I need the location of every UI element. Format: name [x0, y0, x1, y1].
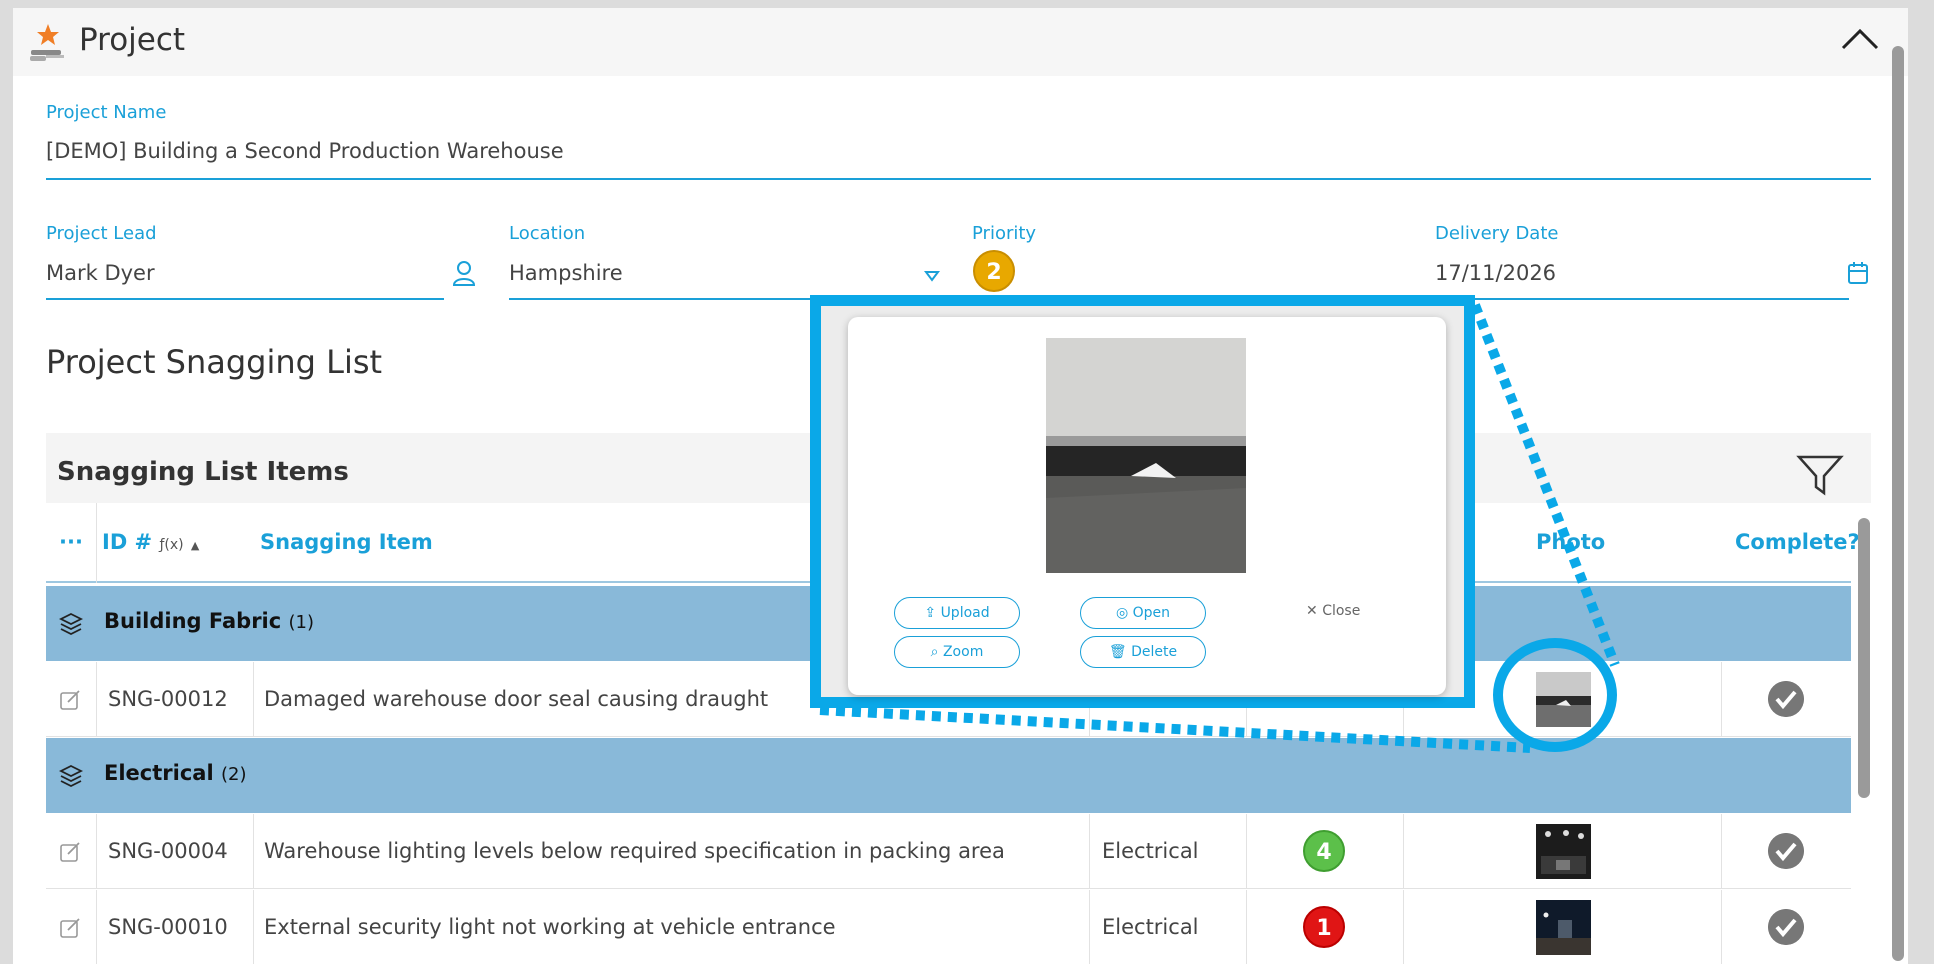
- camera-icon: ◎: [1115, 605, 1129, 621]
- row-id: SNG-00004: [108, 839, 228, 863]
- close-label: Close: [1322, 603, 1361, 619]
- row-item: Warehouse lighting levels below required…: [264, 839, 1005, 863]
- zoom-label: Zoom: [942, 644, 984, 660]
- priority-badge: 4: [1303, 830, 1345, 872]
- edit-icon[interactable]: [59, 917, 81, 939]
- star-hand-icon: [30, 24, 64, 61]
- trash-icon: 🗑: [1108, 644, 1127, 660]
- open-label: Open: [1132, 605, 1171, 621]
- filter-icon[interactable]: [1796, 453, 1844, 497]
- table-row[interactable]: SNG-00010 External security light not wo…: [46, 890, 1851, 964]
- edit-cell: [46, 890, 97, 964]
- photo-thumbnail[interactable]: [1536, 900, 1591, 955]
- id-cell: SNG-00004: [97, 814, 254, 889]
- priority-cell: 4: [1247, 814, 1404, 889]
- group-count: (2): [220, 764, 247, 785]
- edit-cell: [46, 662, 97, 737]
- formula-icon: ƒ(x): [159, 537, 184, 553]
- edit-cell: [46, 814, 97, 889]
- person-icon[interactable]: [452, 260, 476, 286]
- row-category: Electrical: [1102, 915, 1199, 939]
- complete-cell: [1722, 662, 1851, 737]
- priority-badge[interactable]: 2: [973, 250, 1015, 292]
- project-lead-underline: [46, 298, 444, 300]
- priority-cell: 1: [1247, 890, 1404, 964]
- category-cell: Electrical: [1090, 814, 1247, 889]
- row-id: SNG-00012: [108, 687, 228, 711]
- check-icon[interactable]: [1768, 909, 1804, 945]
- edit-icon[interactable]: [59, 841, 81, 863]
- row-id: SNG-00010: [108, 915, 228, 939]
- id-cell: SNG-00012: [97, 662, 254, 737]
- priority-label: Priority: [972, 223, 1037, 244]
- delete-label: Delete: [1131, 644, 1178, 660]
- photo-preview: [1046, 338, 1246, 573]
- column-header-photo[interactable]: Photo: [1536, 530, 1605, 554]
- row-item: External security light not working at v…: [264, 915, 836, 939]
- photo-cell: [1404, 890, 1722, 964]
- column-header-snagging-item[interactable]: Snagging Item: [260, 530, 433, 554]
- row-item: Damaged warehouse door seal causing drau…: [264, 687, 769, 711]
- check-icon[interactable]: [1768, 681, 1804, 717]
- delete-button[interactable]: 🗑 Delete: [1080, 636, 1206, 668]
- group-label: Electrical (2): [104, 761, 246, 785]
- chevron-up-icon[interactable]: [1840, 24, 1880, 54]
- upload-icon: ⇪: [924, 605, 937, 621]
- close-button[interactable]: ✕ Close: [1306, 603, 1360, 619]
- delivery-date-label: Delivery Date: [1435, 223, 1559, 244]
- delivery-date-field[interactable]: 17/11/2026: [1435, 261, 1556, 285]
- project-name-label: Project Name: [46, 102, 167, 123]
- column-header-id-label: ID #: [102, 530, 153, 554]
- item-cell: Warehouse lighting levels below required…: [254, 814, 1090, 889]
- section-title: Project Snagging List: [46, 343, 383, 381]
- close-icon: ✕: [1306, 603, 1318, 619]
- column-header-id[interactable]: ID # ƒ(x) ▲: [102, 530, 199, 554]
- grid-scrollbar[interactable]: [1858, 518, 1870, 798]
- calendar-icon[interactable]: [1847, 261, 1869, 285]
- sort-asc-icon: ▲: [190, 539, 200, 552]
- project-lead-label: Project Lead: [46, 223, 157, 244]
- layers-icon: [59, 612, 83, 636]
- panel-scrollbar-thumb[interactable]: [1892, 46, 1904, 961]
- complete-cell: [1722, 814, 1851, 889]
- location-select[interactable]: Hampshire: [509, 261, 623, 285]
- location-label: Location: [509, 223, 586, 244]
- photo-cell: [1404, 814, 1722, 889]
- row-category: Electrical: [1102, 839, 1199, 863]
- check-icon[interactable]: [1768, 833, 1804, 869]
- group-name: Electrical: [104, 761, 214, 785]
- zoom-highlight-ring: [1493, 638, 1617, 752]
- search-icon: ⌕: [930, 644, 939, 660]
- dropdown-caret-icon[interactable]: [924, 270, 940, 282]
- group-name: Building Fabric: [104, 609, 282, 633]
- column-divider: [96, 503, 97, 583]
- delivery-date-underline: [1435, 298, 1849, 300]
- edit-icon[interactable]: [59, 689, 81, 711]
- group-count: (1): [288, 612, 315, 633]
- layers-icon: [59, 764, 83, 788]
- grid-title: Snagging List Items: [57, 457, 349, 487]
- project-name-field[interactable]: [DEMO] Building a Second Production Ware…: [46, 139, 564, 163]
- project-lead-field[interactable]: Mark Dyer: [46, 261, 155, 285]
- project-name-underline: [46, 178, 1871, 180]
- table-row[interactable]: SNG-00004 Warehouse lighting levels belo…: [46, 814, 1851, 889]
- open-button[interactable]: ◎ Open: [1080, 597, 1206, 629]
- complete-cell: [1722, 890, 1851, 964]
- page-title: Project: [79, 22, 186, 58]
- panel-header: Project: [13, 8, 1908, 76]
- priority-badge: 1: [1303, 906, 1345, 948]
- column-header-complete[interactable]: Complete?: [1735, 530, 1860, 554]
- group-row-electrical[interactable]: Electrical (2): [46, 738, 1851, 813]
- item-cell: External security light not working at v…: [254, 890, 1090, 964]
- upload-button[interactable]: ⇪ Upload: [894, 597, 1020, 629]
- column-menu-button[interactable]: ···: [59, 530, 83, 554]
- upload-label: Upload: [940, 605, 990, 621]
- panel-scrollbar[interactable]: [1888, 26, 1908, 964]
- photo-thumbnail[interactable]: [1536, 824, 1591, 879]
- id-cell: SNG-00010: [97, 890, 254, 964]
- group-label: Building Fabric (1): [104, 609, 314, 633]
- category-cell: Electrical: [1090, 890, 1247, 964]
- zoom-button[interactable]: ⌕ Zoom: [894, 636, 1020, 668]
